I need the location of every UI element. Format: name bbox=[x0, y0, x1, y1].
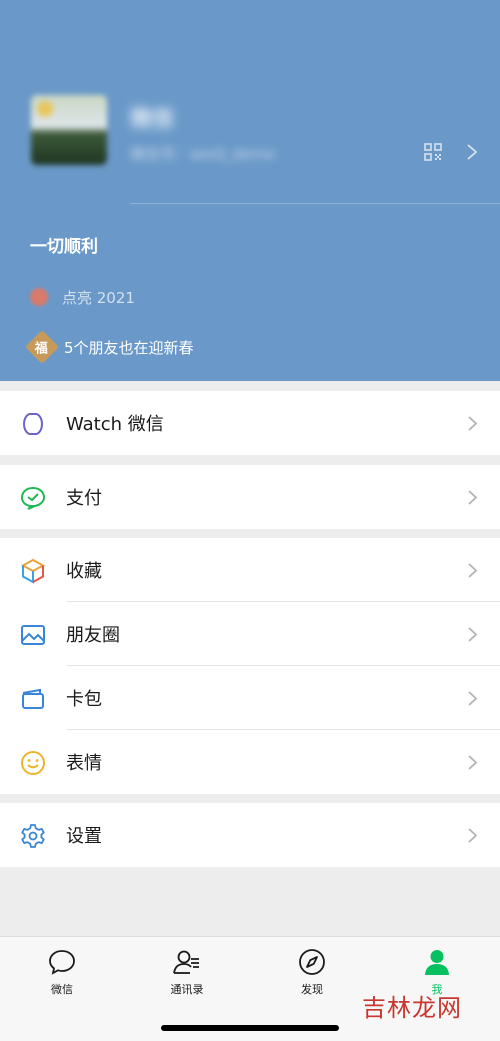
wechat-pay-icon bbox=[20, 486, 46, 510]
person-icon bbox=[425, 950, 449, 975]
home-indicator[interactable] bbox=[161, 1025, 339, 1031]
chevron-right-icon bbox=[468, 490, 478, 505]
lantern-icon bbox=[30, 288, 48, 306]
chevron-right-icon bbox=[468, 563, 478, 578]
chevron-right-icon bbox=[468, 416, 478, 431]
watermark: 吉林龙网 bbox=[362, 994, 462, 1022]
menu-item-label: 设置 bbox=[66, 826, 102, 847]
menu-item-watch[interactable]: Watch 微信 bbox=[0, 391, 500, 455]
chevron-right-icon bbox=[468, 627, 478, 642]
watch-icon bbox=[22, 413, 44, 435]
status-text[interactable]: 一切顺利 bbox=[30, 232, 98, 257]
chevron-right-icon bbox=[467, 144, 478, 160]
chevron-right-icon bbox=[468, 755, 478, 770]
light-up-label: 点亮 2021 bbox=[62, 288, 135, 307]
tab-discover[interactable]: 发现 bbox=[272, 947, 352, 1007]
tab-chats[interactable]: 微信 bbox=[22, 947, 102, 1007]
menu-item-cards[interactable]: 卡包 bbox=[0, 666, 500, 730]
watch-group: Watch 微信 bbox=[0, 391, 500, 455]
chevron-right-icon bbox=[468, 691, 478, 706]
tab-contacts[interactable]: 通讯录 bbox=[147, 947, 227, 1007]
friends-new-year-row[interactable]: 福 5个朋友也在迎新春 bbox=[25, 330, 194, 364]
menu-item-settings[interactable]: 设置 bbox=[0, 803, 500, 867]
menu-item-label: 收藏 bbox=[66, 561, 102, 582]
settings-group: 设置 bbox=[0, 803, 500, 867]
light-up-row[interactable]: 点亮 2021 bbox=[30, 286, 135, 308]
nickname: 微信 bbox=[130, 107, 175, 132]
pay-group: 支付 bbox=[0, 465, 500, 529]
menu-item-moments[interactable]: 朋友圈 bbox=[0, 602, 500, 666]
menu-item-label: 朋友圈 bbox=[66, 625, 120, 646]
gear-icon bbox=[21, 824, 45, 848]
fu-badge-icon: 福 bbox=[25, 330, 59, 364]
menu-item-label: 表情 bbox=[66, 753, 102, 774]
menu-item-label: 卡包 bbox=[66, 689, 102, 710]
menu-item-favorites[interactable]: 收藏 bbox=[0, 538, 500, 602]
cube-icon bbox=[20, 558, 46, 584]
compass-icon bbox=[299, 949, 325, 975]
divider bbox=[130, 203, 500, 204]
menu-item-label: Watch 微信 bbox=[66, 414, 164, 435]
profile-header[interactable]: 微信 微信号：wxid_demo 一切顺利 点亮 2021 福 5个朋友也在迎新… bbox=[0, 0, 500, 381]
chevron-right-icon bbox=[468, 828, 478, 843]
tab-label: 微信 bbox=[51, 983, 73, 996]
smiley-icon bbox=[21, 751, 45, 775]
image-icon bbox=[21, 625, 45, 645]
chat-bubble-icon bbox=[49, 950, 75, 975]
tab-label: 通讯录 bbox=[170, 983, 204, 996]
qr-code-icon[interactable] bbox=[424, 143, 442, 161]
avatar[interactable] bbox=[31, 95, 107, 165]
wechat-id: 微信号：wxid_demo bbox=[130, 145, 275, 163]
contacts-icon bbox=[173, 950, 199, 974]
menu-item-pay[interactable]: 支付 bbox=[0, 465, 500, 529]
card-wallet-icon bbox=[22, 688, 44, 709]
services-group: 收藏 朋友圈 卡包 表情 bbox=[0, 538, 500, 794]
menu-item-label: 支付 bbox=[66, 488, 102, 509]
tab-label: 发现 bbox=[301, 983, 323, 996]
friends-label: 5个朋友也在迎新春 bbox=[64, 338, 194, 357]
menu-item-stickers[interactable]: 表情 bbox=[0, 730, 500, 794]
